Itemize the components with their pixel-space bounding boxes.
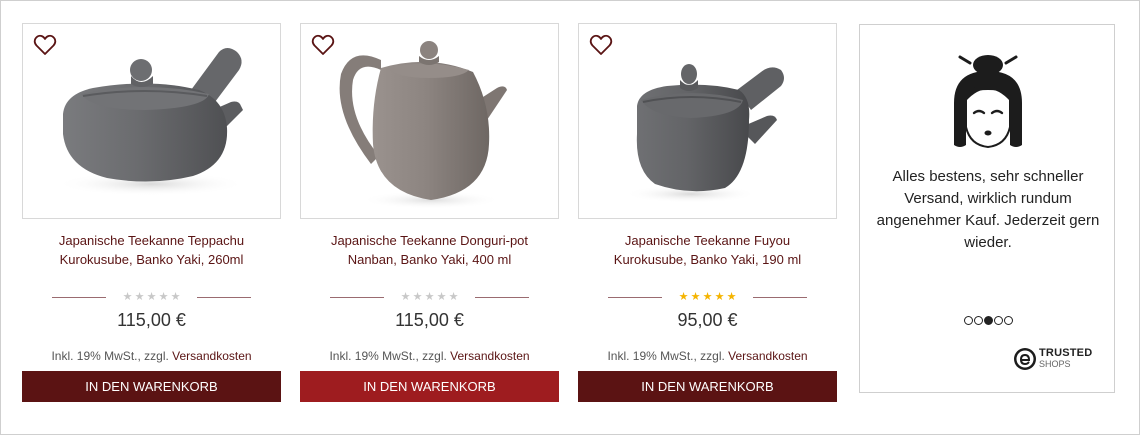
tax-note-text: Inkl. 19% MwSt., zzgl. — [607, 349, 729, 363]
product-image[interactable] — [23, 24, 280, 218]
product-card: Japanische Teekanne Teppachu Kurokusube,… — [22, 23, 281, 402]
divider — [608, 296, 662, 298]
geisha-avatar-icon — [954, 55, 1022, 149]
shipping-link[interactable]: Versandkosten — [450, 349, 529, 363]
rating-row: ★ ★ ★ ★ ★ — [22, 290, 281, 304]
tax-note: Inkl. 19% MwSt., zzgl. Versandkosten — [300, 349, 559, 363]
star-rating: ★ ★ ★ ★ ★ — [678, 291, 737, 303]
carousel-dot[interactable] — [994, 316, 1003, 325]
star-filled-icon: ★ — [690, 291, 701, 303]
star-empty-icon: ★ — [424, 291, 435, 303]
trusted-shops-logo-icon — [1014, 348, 1036, 370]
product-card: Japanische Teekanne Donguri-pot Nanban, … — [300, 23, 559, 402]
review-text: Alles bestens, sehr schneller Versand, w… — [876, 168, 1100, 251]
wishlist-heart-icon[interactable] — [311, 34, 335, 56]
shipping-link[interactable]: Versandkosten — [172, 349, 251, 363]
star-empty-icon: ★ — [436, 291, 447, 303]
star-empty-icon: ★ — [170, 291, 181, 303]
star-filled-icon: ★ — [678, 291, 689, 303]
tax-note: Inkl. 19% MwSt., zzgl. Versandkosten — [578, 349, 837, 363]
star-empty-icon: ★ — [134, 291, 145, 303]
customer-review-panel: Alles bestens, sehr schneller Versand, w… — [859, 24, 1115, 393]
star-empty-icon: ★ — [122, 291, 133, 303]
divider — [475, 296, 529, 298]
product-card: Japanische Teekanne Fuyou Kurokusube, Ba… — [578, 23, 837, 402]
product-image[interactable] — [301, 24, 558, 218]
trusted-shops-text: TRUSTED SHOPS — [1039, 348, 1092, 370]
tax-note: Inkl. 19% MwSt., zzgl. Versandkosten — [22, 349, 281, 363]
wishlist-heart-icon[interactable] — [33, 34, 57, 56]
trusted-shops-line1: TRUSTED — [1039, 347, 1093, 359]
carousel-dot[interactable] — [1004, 316, 1013, 325]
product-title[interactable]: Japanische Teekanne Fuyou Kurokusube, Ba… — [578, 231, 837, 275]
divider — [52, 296, 106, 298]
carousel-dot[interactable] — [974, 316, 983, 325]
add-to-cart-button[interactable]: IN DEN WARENKORB — [578, 371, 837, 402]
product-price: 115,00 € — [117, 310, 186, 330]
star-empty-icon: ★ — [412, 291, 423, 303]
carousel-dot[interactable] — [964, 316, 973, 325]
product-image-frame[interactable] — [578, 23, 837, 219]
product-price: 115,00 € — [395, 310, 464, 330]
tax-note-text: Inkl. 19% MwSt., zzgl. — [329, 349, 451, 363]
trusted-shops-badge[interactable]: TRUSTED SHOPS — [1013, 347, 1092, 371]
star-empty-icon: ★ — [400, 291, 411, 303]
rating-row: ★ ★ ★ ★ ★ — [300, 290, 559, 304]
tax-note-text: Inkl. 19% MwSt., zzgl. — [51, 349, 173, 363]
divider — [197, 296, 251, 298]
product-image-frame[interactable] — [22, 23, 281, 219]
trusted-shops-line2: SHOPS — [1039, 359, 1071, 369]
add-to-cart-button[interactable]: IN DEN WARENKORB — [300, 371, 559, 402]
product-image[interactable] — [579, 24, 836, 218]
product-title[interactable]: Japanische Teekanne Teppachu Kurokusube,… — [22, 231, 281, 275]
carousel-dots — [964, 316, 1013, 325]
shipping-link[interactable]: Versandkosten — [728, 349, 807, 363]
rating-row: ★ ★ ★ ★ ★ — [578, 290, 837, 304]
star-filled-icon: ★ — [714, 291, 725, 303]
star-empty-icon: ★ — [158, 291, 169, 303]
add-to-cart-button[interactable]: IN DEN WARENKORB — [22, 371, 281, 402]
star-rating: ★ ★ ★ ★ ★ — [122, 291, 181, 303]
product-title[interactable]: Japanische Teekanne Donguri-pot Nanban, … — [300, 231, 559, 275]
carousel-dot-active[interactable] — [984, 316, 993, 325]
product-image-frame[interactable] — [300, 23, 559, 219]
wishlist-heart-icon[interactable] — [589, 34, 613, 56]
star-rating: ★ ★ ★ ★ ★ — [400, 291, 459, 303]
star-filled-icon: ★ — [702, 291, 713, 303]
product-carousel: Japanische Teekanne Teppachu Kurokusube,… — [0, 0, 1140, 435]
star-empty-icon: ★ — [448, 291, 459, 303]
star-empty-icon: ★ — [146, 291, 157, 303]
divider — [330, 296, 384, 298]
divider — [753, 296, 807, 298]
star-filled-icon: ★ — [726, 291, 737, 303]
product-price: 95,00 € — [677, 310, 738, 330]
